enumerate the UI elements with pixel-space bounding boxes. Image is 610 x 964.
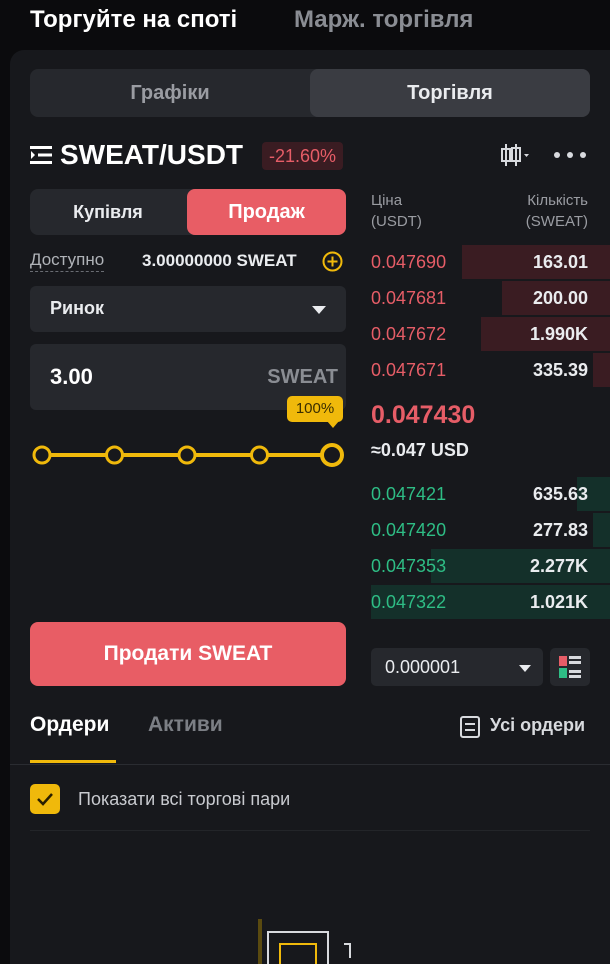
depth-bar <box>593 353 610 387</box>
ask-qty: 1.990K <box>529 324 588 344</box>
sell-tab[interactable]: Продаж <box>187 189 346 235</box>
ask-price: 0.047672 <box>371 324 447 344</box>
last-price: 0.047430 <box>371 401 476 429</box>
bid-qty: 277.83 <box>532 520 588 540</box>
ask-price: 0.047671 <box>371 360 447 380</box>
qty-header-label: Кількість <box>527 192 588 209</box>
depth-bar <box>593 513 610 547</box>
bid-qty: 1.021K <box>529 592 588 612</box>
price-header-label: Ціна <box>371 192 403 209</box>
pair-menu-icon[interactable] <box>30 144 54 166</box>
orders-list-icon <box>460 716 480 738</box>
slider-thumb[interactable] <box>320 443 344 467</box>
slider-stop[interactable] <box>250 445 269 465</box>
check-icon <box>37 793 53 806</box>
tab-charts[interactable]: Графіки <box>30 69 310 117</box>
candlestick-chart-icon[interactable] <box>500 141 530 169</box>
available-value: 3.00000000 SWEAT <box>142 251 297 270</box>
bid-row[interactable]: 0.047353 2.277K <box>371 549 610 583</box>
slider-stop[interactable] <box>105 445 124 465</box>
slider-stop[interactable] <box>32 445 52 465</box>
percent-tooltip: 100% <box>287 396 343 422</box>
active-tab-indicator <box>30 760 116 763</box>
orderbook-layout-button[interactable] <box>550 648 590 686</box>
view-switch: Графіки Торгівля <box>30 69 590 117</box>
all-orders-label: Усі ордери <box>490 715 586 735</box>
ask-row[interactable]: 0.047690 163.01 <box>371 245 610 279</box>
change-badge: -21.60% <box>262 142 344 170</box>
tab-spot[interactable]: Торгуйте на споті <box>30 6 237 34</box>
available-label: Доступно <box>30 250 105 272</box>
caret-down-icon <box>519 665 531 672</box>
add-funds-icon[interactable] <box>322 251 343 272</box>
tooltip-arrow <box>327 421 339 428</box>
divider <box>10 764 610 765</box>
bid-row[interactable]: 0.047421 635.63 <box>371 477 610 511</box>
tick-size-select[interactable]: 0.000001 <box>371 648 543 686</box>
ask-qty: 200.00 <box>532 288 588 308</box>
show-all-pairs-checkbox[interactable] <box>30 784 60 814</box>
bid-row[interactable]: 0.047420 277.83 <box>371 513 610 547</box>
ask-row[interactable]: 0.047681 200.00 <box>371 281 610 315</box>
caret-down-icon <box>312 306 326 314</box>
top-tabs: Торгуйте на споті Марж. торгівля <box>0 0 610 46</box>
empty-state-icon <box>258 919 351 964</box>
show-all-pairs-label: Показати всі торгові пари <box>78 789 291 809</box>
divider <box>30 830 590 831</box>
bid-qty: 635.63 <box>532 484 588 504</box>
pair-name[interactable]: SWEAT/USDT <box>60 139 243 171</box>
price-header-unit: (USDT) <box>371 213 422 230</box>
tick-size-value: 0.000001 <box>385 657 461 677</box>
bid-price: 0.047353 <box>371 556 447 576</box>
qty-header: Кількість (SWEAT) <box>526 190 588 232</box>
ask-price: 0.047690 <box>371 252 447 272</box>
tab-margin[interactable]: Марж. торгівля <box>294 6 473 34</box>
tab-assets[interactable]: Активи <box>148 713 223 737</box>
tab-trade[interactable]: Торгівля <box>310 69 590 117</box>
orderbook-layout-icon <box>559 656 581 678</box>
order-type-value: Ринок <box>50 298 104 318</box>
ask-qty: 335.39 <box>532 360 588 380</box>
bid-row[interactable]: 0.047322 1.021K <box>371 585 610 619</box>
slider-stop[interactable] <box>177 445 197 465</box>
quantity-unit: SWEAT <box>267 366 338 388</box>
ask-qty: 163.01 <box>532 252 588 272</box>
more-options-icon[interactable] <box>552 143 588 167</box>
order-type-select[interactable]: Ринок <box>30 286 346 332</box>
amount-slider[interactable] <box>30 440 346 470</box>
bid-price: 0.047322 <box>371 592 447 612</box>
quantity-value: 3.00 <box>50 364 93 389</box>
ask-row[interactable]: 0.047671 335.39 <box>371 353 610 387</box>
buy-sell-toggle: Купівля Продаж <box>30 189 346 235</box>
price-header: Ціна (USDT) <box>371 190 422 232</box>
ask-row[interactable]: 0.047672 1.990K <box>371 317 610 351</box>
bid-price: 0.047420 <box>371 520 447 540</box>
last-price-usd: ≈0.047 USD <box>371 440 469 460</box>
ask-price: 0.047681 <box>371 288 447 308</box>
qty-header-unit: (SWEAT) <box>525 213 588 230</box>
sell-sweat-button[interactable]: Продати SWEAT <box>30 622 346 686</box>
tab-orders[interactable]: Ордери <box>30 713 109 737</box>
buy-tab[interactable]: Купівля <box>30 189 186 235</box>
bid-price: 0.047421 <box>371 484 447 504</box>
bid-qty: 2.277K <box>529 556 588 576</box>
